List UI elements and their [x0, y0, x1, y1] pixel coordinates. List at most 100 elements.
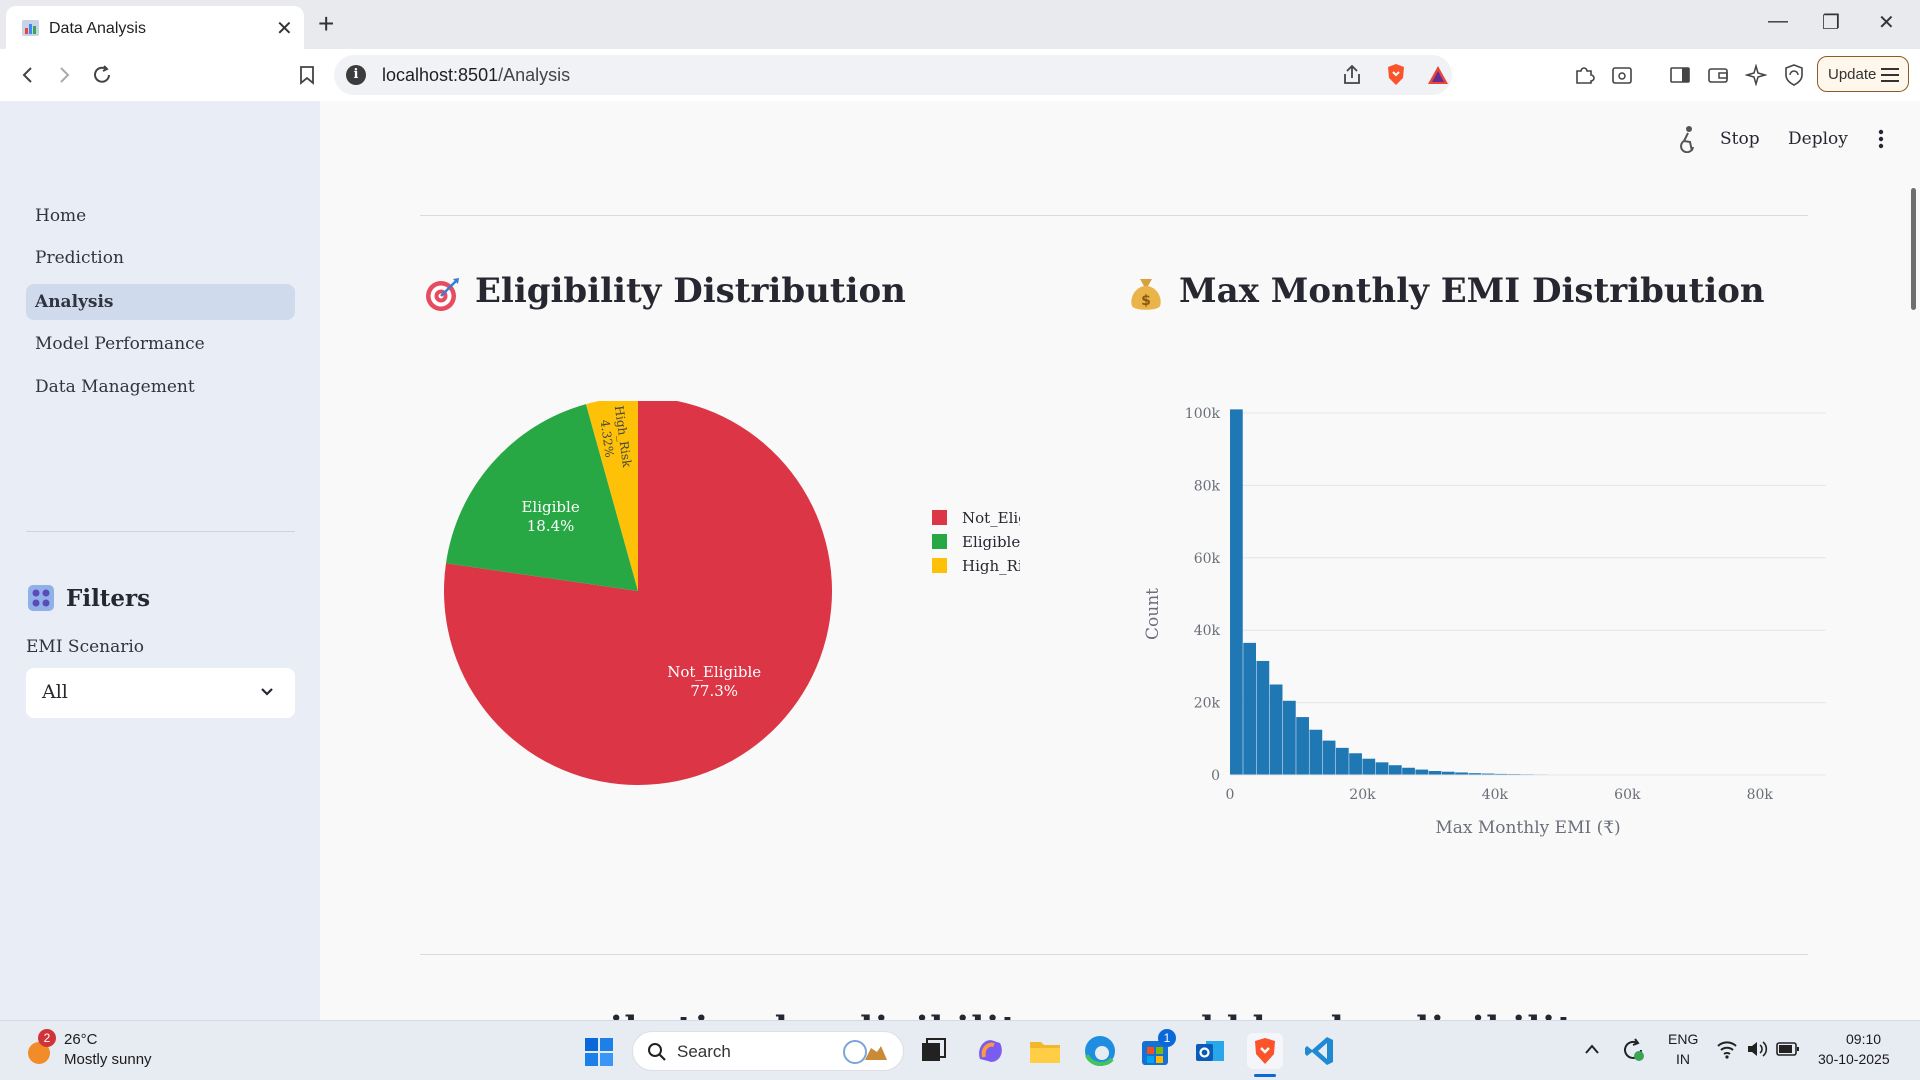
chevron-down-icon: [261, 688, 273, 696]
emi-distribution-title: Max Monthly EMI Distribution: [1179, 271, 1765, 311]
brave-browser-icon[interactable]: [1247, 1033, 1283, 1069]
histogram-bar[interactable]: [1415, 769, 1429, 775]
outlook-icon[interactable]: [1192, 1033, 1228, 1069]
histogram-bar[interactable]: [1282, 700, 1296, 775]
x-tick-label: 0: [1226, 787, 1235, 803]
sidebar-item-home[interactable]: Home: [26, 198, 295, 234]
language-bottom[interactable]: IN: [1676, 1051, 1690, 1067]
sidebar-toggle-icon[interactable]: [1666, 61, 1694, 89]
language-top[interactable]: ENG: [1668, 1031, 1698, 1047]
chevron-up-icon[interactable]: [1584, 1043, 1600, 1055]
minimize-icon[interactable]: —: [1768, 10, 1788, 33]
bookmark-icon[interactable]: [293, 61, 321, 89]
histogram-bar[interactable]: [1322, 740, 1336, 775]
wallet-icon[interactable]: [1704, 61, 1732, 89]
x-tick-label: 80k: [1747, 787, 1774, 803]
pie-label-value: 77.3%: [690, 682, 738, 700]
histogram-bar[interactable]: [1375, 762, 1389, 775]
emi-histogram-chart: 0 20k 40k 60k 80k 100k 0 20k 40k 60k 80k Max Monthl…: [1143, 406, 1826, 838]
app-sidebar: Home Prediction Analysis Model Performan…: [0, 101, 320, 1020]
legend-label[interactable]: High_Risk: [962, 557, 1020, 575]
tab-close-icon[interactable]: ✕: [276, 16, 293, 41]
brave-shields-icon[interactable]: [1382, 61, 1410, 89]
task-view-icon[interactable]: [916, 1033, 952, 1069]
new-tab-icon[interactable]: +: [318, 8, 334, 40]
y-axis-title: Count: [1143, 588, 1163, 640]
search-highlight-icon: [843, 1040, 887, 1064]
address-url: localhost:8501/Analysis: [382, 65, 571, 85]
control-knobs-icon: [28, 585, 54, 611]
weather-temperature[interactable]: 26°C: [64, 1031, 98, 1048]
x-axis-title: Max Monthly EMI (₹): [1435, 818, 1620, 838]
sidebar-item-analysis[interactable]: Analysis: [26, 284, 295, 320]
restore-icon[interactable]: ❐: [1822, 10, 1840, 35]
active-app-indicator: [1254, 1074, 1276, 1077]
edge-icon[interactable]: [1082, 1033, 1118, 1069]
histogram-bar[interactable]: [1388, 765, 1402, 775]
histogram-bar[interactable]: [1309, 729, 1323, 775]
legend-label[interactable]: Not_Eligible: [962, 509, 1020, 527]
wifi-icon[interactable]: [1716, 1039, 1738, 1059]
histogram-bar[interactable]: [1243, 642, 1256, 775]
emi-scenario-select[interactable]: All: [26, 668, 295, 718]
file-explorer-icon[interactable]: [1027, 1033, 1063, 1069]
sidebar-item-data-management[interactable]: Data Management: [26, 369, 295, 405]
weather-description[interactable]: Mostly sunny: [64, 1051, 152, 1068]
leo-ai-icon[interactable]: [1742, 61, 1770, 89]
y-tick-label: 20k: [1194, 696, 1221, 712]
weather-badge: 2: [38, 1029, 56, 1047]
battery-icon[interactable]: [1776, 1041, 1800, 1057]
extensions-icon[interactable]: [1570, 61, 1598, 89]
clock-time[interactable]: 09:10: [1846, 1031, 1881, 1047]
address-bar[interactable]: i localhost:8501/Analysis: [334, 55, 1452, 95]
browser-tab-strip: Data Analysis ✕ + — ❐ ✕: [0, 0, 1920, 49]
histogram-bar[interactable]: [1269, 684, 1283, 776]
window-close-icon[interactable]: ✕: [1878, 10, 1895, 35]
vpn-shield-icon[interactable]: [1780, 61, 1808, 89]
histogram-bar[interactable]: [1428, 771, 1442, 775]
vscode-icon[interactable]: [1302, 1033, 1338, 1069]
reload-icon[interactable]: [88, 61, 116, 89]
histogram-bar[interactable]: [1230, 409, 1243, 775]
histogram-bar[interactable]: [1402, 767, 1415, 775]
sidebar-item-model-performance[interactable]: Model Performance: [26, 326, 295, 362]
windows-start-icon[interactable]: [584, 1037, 614, 1067]
pie-label-eligible: Eligible18.4%: [521, 498, 579, 535]
clock-date[interactable]: 30-10-2025: [1818, 1051, 1890, 1067]
pie-label-value: 18.4%: [527, 517, 575, 535]
site-info-icon[interactable]: i: [346, 65, 366, 85]
histogram-bar[interactable]: [1362, 758, 1376, 775]
legend-label[interactable]: Eligible: [962, 533, 1020, 551]
y-tick-label: 40k: [1194, 623, 1221, 639]
eligibility-pie-chart: Not_Eligible77.3%Eligible18.4%High_Risk4…: [444, 401, 1020, 785]
sidebar-item-prediction[interactable]: Prediction: [26, 240, 295, 276]
stop-button[interactable]: Stop: [1720, 129, 1760, 149]
section-divider-top: [420, 215, 1808, 216]
browser-update-button[interactable]: Update: [1817, 56, 1909, 92]
filters-heading: Filters: [66, 585, 151, 612]
tab-search-icon[interactable]: [1608, 61, 1636, 89]
histogram-bar[interactable]: [1256, 660, 1270, 775]
legend-swatch: [932, 510, 947, 525]
forward-icon[interactable]: [50, 61, 78, 89]
share-icon[interactable]: [1338, 61, 1366, 89]
taskbar-search[interactable]: Search: [632, 1031, 904, 1071]
search-icon: [648, 1043, 666, 1061]
histogram-bar[interactable]: [1296, 717, 1309, 775]
main-menu-icon[interactable]: [1878, 129, 1884, 149]
histogram-bar[interactable]: [1335, 747, 1349, 775]
copilot-icon[interactable]: [972, 1033, 1008, 1069]
back-icon[interactable]: [14, 61, 42, 89]
target-icon: [426, 278, 459, 311]
brave-rewards-icon[interactable]: [1424, 61, 1452, 89]
sidebar-divider: [26, 531, 295, 532]
scrollbar-thumb[interactable]: [1911, 188, 1916, 310]
hamburger-menu-icon: [1881, 68, 1899, 82]
x-tick-label: 20k: [1349, 787, 1376, 803]
histogram-bar[interactable]: [1349, 753, 1362, 775]
sync-icon[interactable]: [1620, 1037, 1646, 1063]
browser-tab[interactable]: Data Analysis ✕: [6, 6, 304, 49]
volume-icon[interactable]: [1746, 1039, 1768, 1059]
deploy-button[interactable]: Deploy: [1788, 129, 1848, 149]
chart-favicon-icon: [22, 20, 39, 36]
